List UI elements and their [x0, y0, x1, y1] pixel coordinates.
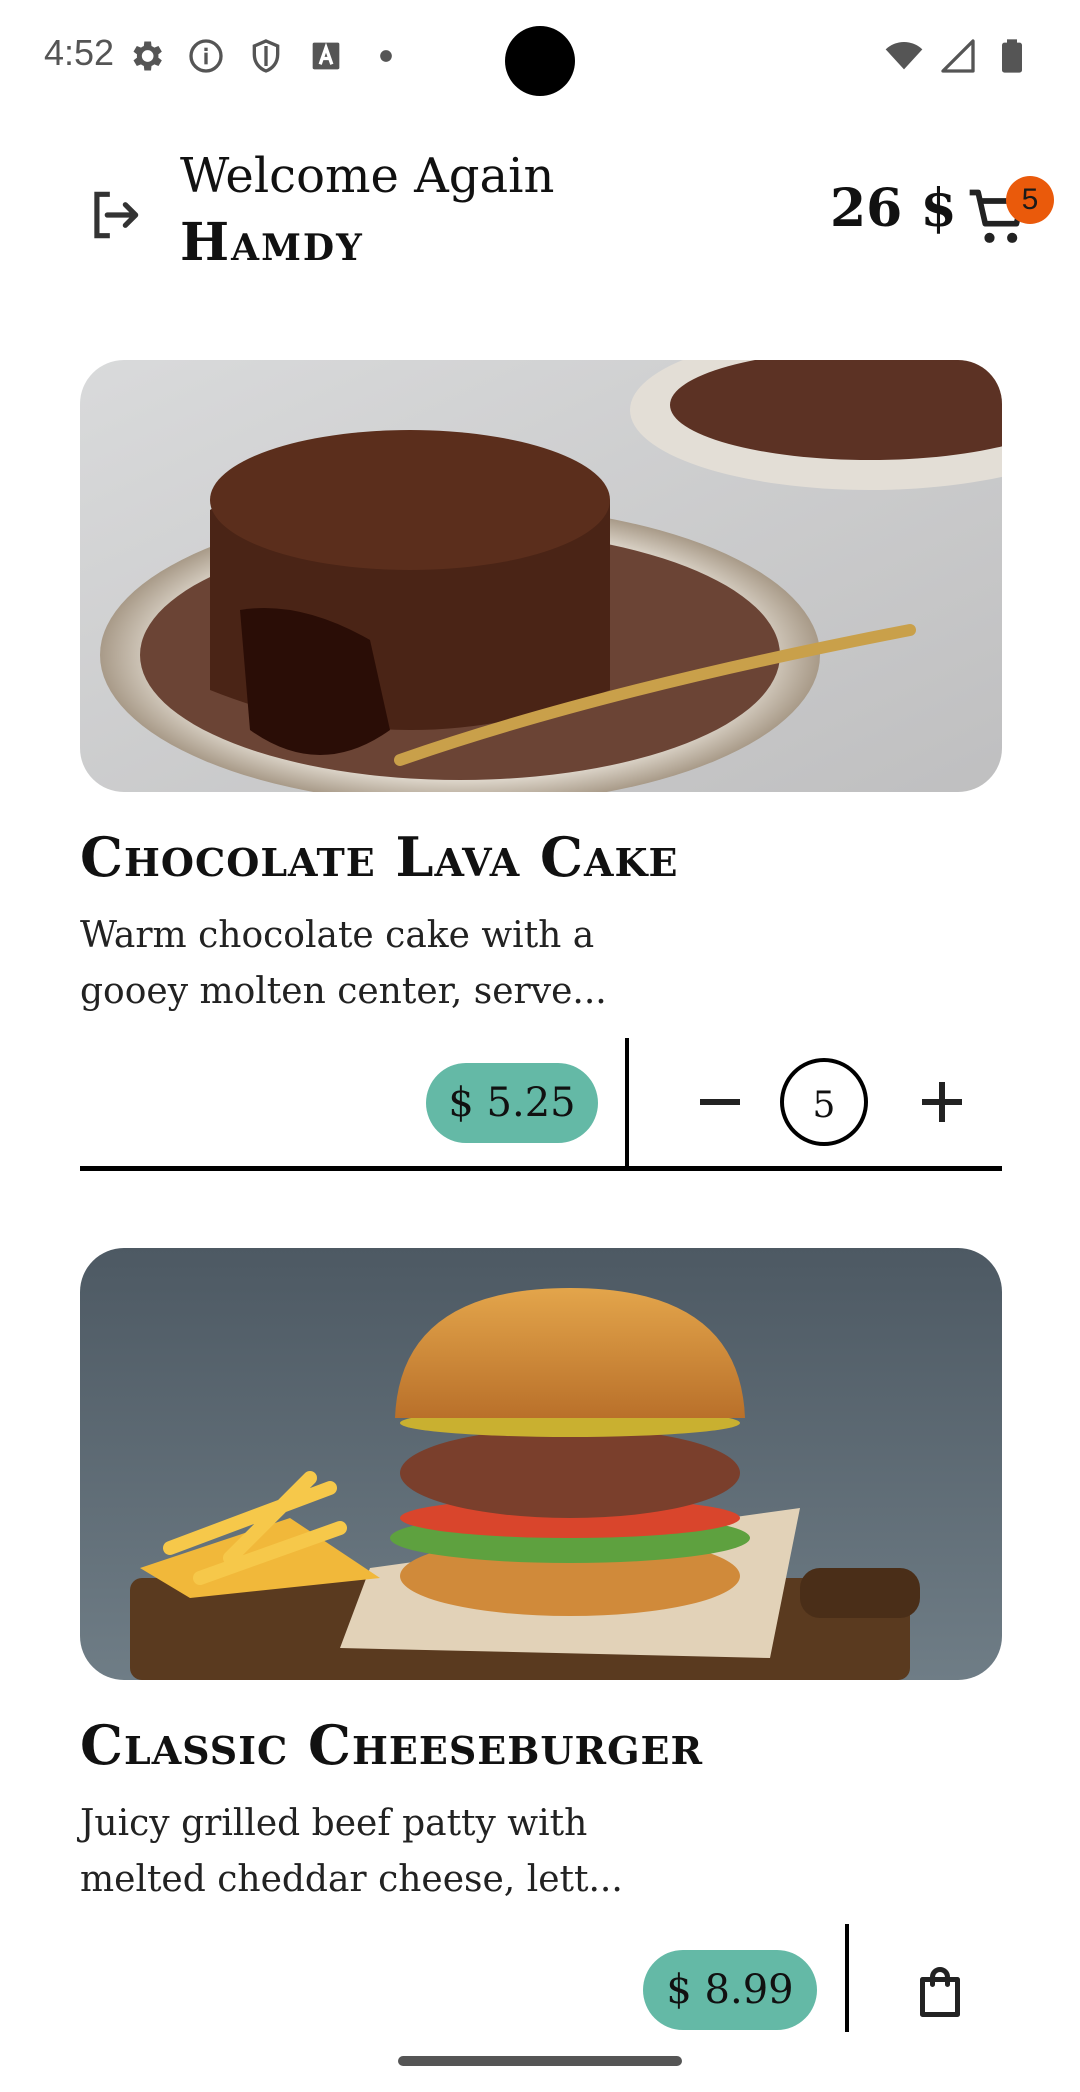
header: Welcome Again Hamdy 26 $ 5	[0, 140, 1080, 300]
balance: 26 $	[830, 178, 957, 239]
divider-horizontal	[80, 1166, 1002, 1171]
quantity-value: 5	[780, 1058, 868, 1146]
home-indicator[interactable]	[398, 2056, 682, 2066]
shield-icon	[246, 36, 286, 80]
product-description: Warm chocolate cake with a gooey molten …	[80, 915, 607, 1012]
status-time: 4:52	[44, 32, 115, 73]
product-image-cheeseburger	[80, 1248, 1002, 1680]
welcome-text: Welcome Again	[180, 148, 555, 204]
camera-cutout	[505, 26, 575, 96]
username: Hamdy	[180, 212, 364, 273]
status-icons-right	[884, 36, 1032, 80]
font-icon	[306, 36, 346, 80]
product-card[interactable]: Classic Cheeseburger Juicy grilled beef …	[80, 1248, 1002, 2048]
status-icons-left	[126, 36, 406, 80]
product-image-lava-cake	[80, 360, 1002, 792]
divider-vertical	[845, 1924, 849, 2032]
settings-icon	[126, 36, 166, 80]
battery-icon	[992, 36, 1032, 80]
logout-icon[interactable]	[84, 184, 146, 246]
increment-button[interactable]	[912, 1072, 972, 1132]
product-card[interactable]: Chocolate Lava Cake Warm chocolate cake …	[80, 360, 1002, 1180]
divider-vertical	[625, 1038, 629, 1168]
signal-icon	[938, 36, 978, 80]
wifi-icon	[884, 36, 924, 80]
product-description: Juicy grilled beef patty with melted che…	[80, 1803, 623, 1900]
info-icon	[186, 36, 226, 80]
product-title: Chocolate Lava Cake	[80, 825, 679, 889]
product-title: Classic Cheeseburger	[80, 1713, 704, 1777]
cart-badge: 5	[1006, 176, 1054, 224]
dot-icon	[366, 36, 406, 80]
add-to-cart-bag-icon[interactable]	[910, 1960, 970, 2024]
status-bar: 4:52	[0, 0, 1080, 112]
decrement-button[interactable]	[690, 1072, 750, 1132]
price-badge: $ 5.25	[426, 1063, 598, 1143]
price-badge: $ 8.99	[643, 1950, 817, 2030]
